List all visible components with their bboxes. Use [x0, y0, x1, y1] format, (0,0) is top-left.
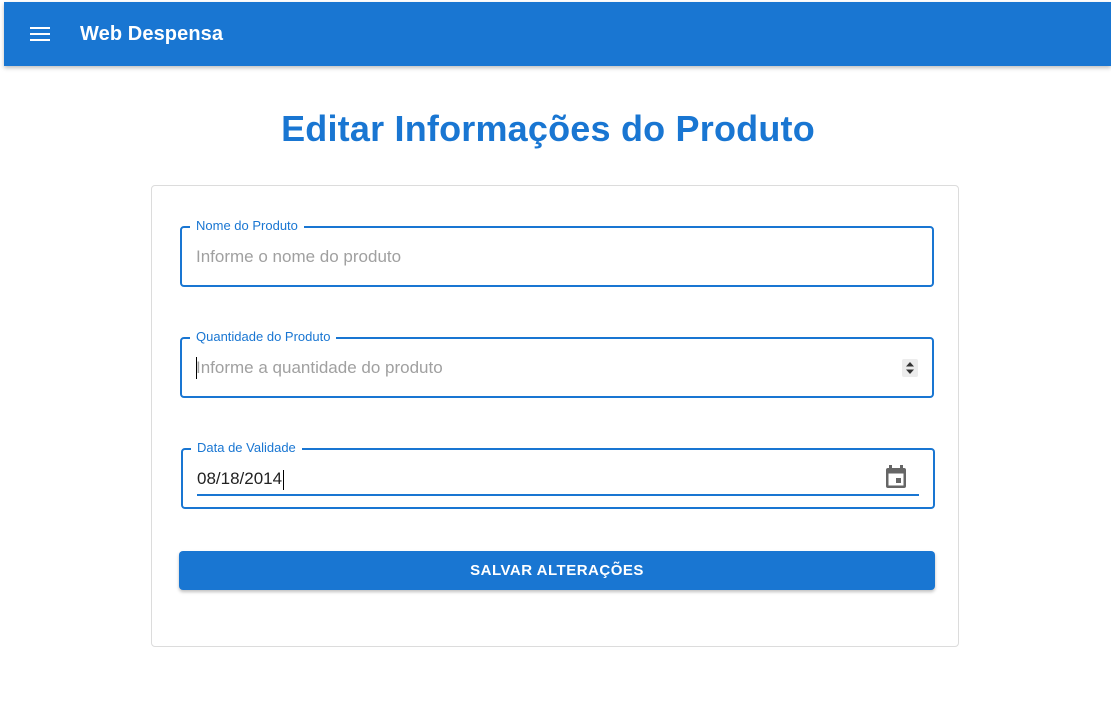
expiry-date-input[interactable]: 08/18/2014: [197, 464, 285, 494]
edit-product-card: Nome do Produto Quantidade do Produto Da…: [151, 185, 959, 647]
spin-arrows-icon[interactable]: [902, 359, 918, 377]
product-quantity-input[interactable]: [196, 339, 876, 396]
product-name-input[interactable]: [196, 228, 876, 285]
expiry-date-label: Data de Validade: [191, 440, 302, 456]
menu-icon[interactable]: [20, 14, 60, 54]
save-changes-button[interactable]: SALVAR ALTERAÇÕES: [179, 551, 935, 590]
expiry-date-field: Data de Validade 08/18/2014: [181, 440, 935, 509]
text-caret: [283, 469, 285, 490]
product-quantity-field: Quantidade do Produto: [180, 329, 934, 398]
calendar-icon[interactable]: [883, 464, 909, 490]
date-input-underline: [197, 494, 919, 496]
product-name-field: Nome do Produto: [180, 218, 934, 287]
page-title: Editar Informações do Produto: [281, 108, 815, 149]
app-title: Web Despensa: [80, 22, 224, 45]
app-bar: Web Despensa: [4, 2, 1111, 66]
expiry-date-value: 08/18/2014: [197, 469, 283, 488]
